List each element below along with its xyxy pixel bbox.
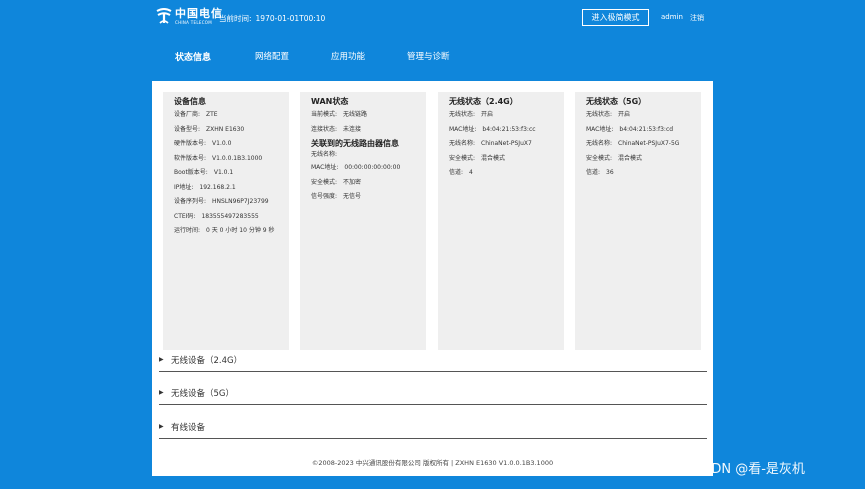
- csdn-watermark: CSDN @看-是灰机: [694, 462, 805, 477]
- wan-status-card: WAN状态 当前模式: 无线链路 连接状态: 未连接 关联到的无线路由器信息 无线名…: [300, 92, 426, 350]
- info-row: 无线名称: ChinaNet-PSJuX7-5G: [586, 140, 680, 147]
- top-bar: 中国电信 CHINA TELECOM 当前时间: 1970-01-01T00:10…: [0, 0, 865, 80]
- info-row: 无线状态: 开启: [586, 111, 631, 118]
- info-row: 软件版本号: V1.0.0.1B3.1000: [174, 154, 263, 162]
- tab-applications[interactable]: 应用功能: [331, 50, 365, 62]
- info-row: Boot版本号: V1.0.1: [174, 169, 234, 176]
- card-title: 无线状态（5G）: [586, 97, 647, 106]
- section-label: 无线设备（5G）: [171, 389, 234, 399]
- info-row: 运行时间: 0 天 0 小时 10 分钟 9 秒: [174, 227, 275, 234]
- tab-network[interactable]: 网络配置: [255, 50, 289, 62]
- username-label: admin: [661, 13, 683, 21]
- info-row: 设备厂商: ZTE: [174, 111, 218, 118]
- logo-en-text: CHINA TELECOM: [175, 20, 212, 25]
- current-time: 当前时间: 1970-01-01T00:10: [219, 13, 325, 24]
- info-row: 安全模式: 混合模式: [449, 154, 506, 162]
- section-wireless-5g[interactable]: ▶ 无线设备（5G）: [159, 384, 707, 405]
- info-row: 安全模式: 不加密: [311, 178, 362, 186]
- triangle-right-icon: ▶: [159, 389, 164, 396]
- section-wireless-24g[interactable]: ▶ 无线设备（2.4G）: [159, 351, 707, 372]
- info-row: 信道: 36: [586, 169, 614, 176]
- current-time-value: 1970-01-01T00:10: [255, 14, 326, 23]
- info-row: 连接状态: 未连接: [311, 125, 362, 133]
- info-row: 信道: 4: [449, 169, 473, 176]
- device-info-card: 设备信息 设备厂商: ZTE 设备型号: ZXHN E1630 硬件版本号: V1.0…: [163, 92, 289, 350]
- info-row: 信号强度: 无信号: [311, 193, 362, 200]
- triangle-right-icon: ▶: [159, 356, 164, 363]
- info-row: 无线名称:: [311, 151, 338, 158]
- info-row: 当前模式: 无线链路: [311, 111, 368, 118]
- wifi-24g-status-card: 无线状态（2.4G） 无线状态: 开启 MAC地址: b4:04:21:53:f3:…: [438, 92, 564, 350]
- info-row: MAC地址: b4:04:21:53:f3:cc: [449, 125, 536, 133]
- info-row: 设备型号: ZXHN E1630: [174, 125, 245, 133]
- tab-status[interactable]: 状态信息: [175, 50, 211, 63]
- card-title: 无线状态（2.4G）: [449, 97, 518, 106]
- current-time-label: 当前时间:: [219, 14, 252, 23]
- wifi-5g-status-card: 无线状态（5G） 无线状态: 开启 MAC地址: b4:04:21:53:f3:cd…: [575, 92, 701, 350]
- info-row: CTEI码: 183555497283555: [174, 212, 259, 220]
- section-label: 无线设备（2.4G）: [171, 356, 243, 366]
- triangle-right-icon: ▶: [159, 423, 164, 430]
- section-label: 有线设备: [171, 423, 206, 433]
- content-panel: 设备信息 设备厂商: ZTE 设备型号: ZXHN E1630 硬件版本号: V1.0…: [152, 81, 713, 476]
- info-row: 无线状态: 开启: [449, 111, 494, 118]
- simple-mode-button[interactable]: 进入极简模式: [582, 9, 649, 26]
- tab-management[interactable]: 管理与诊断: [407, 50, 450, 62]
- section-wired-devices[interactable]: ▶ 有线设备: [159, 418, 707, 439]
- logout-link[interactable]: 注销: [690, 13, 704, 23]
- info-row: MAC地址: 00:00:00:00:00:00: [311, 164, 401, 171]
- info-row: IP地址: 192.168.2.1: [174, 183, 236, 191]
- copyright-footer: ©2008-2023 中兴通讯股份有限公司 版权所有 | ZXHN E1630 …: [311, 459, 554, 467]
- info-row: 设备序列号: HNSLN96P7J23799: [174, 198, 269, 205]
- info-row: MAC地址: b4:04:21:53:f3:cd: [586, 125, 674, 133]
- associated-router-title: 关联到的无线路由器信息: [311, 139, 399, 148]
- card-title: WAN状态: [311, 97, 349, 106]
- card-title: 设备信息: [174, 97, 206, 106]
- china-telecom-logo-icon: [156, 8, 172, 24]
- logo-cn-text: 中国电信: [175, 7, 223, 20]
- china-telecom-logo[interactable]: 中国电信 CHINA TELECOM: [155, 7, 223, 26]
- info-row: 无线名称: ChinaNet-PSJuX7: [449, 140, 532, 147]
- info-row: 安全模式: 混合模式: [586, 154, 643, 162]
- info-row: 硬件版本号: V1.0.0: [174, 140, 232, 147]
